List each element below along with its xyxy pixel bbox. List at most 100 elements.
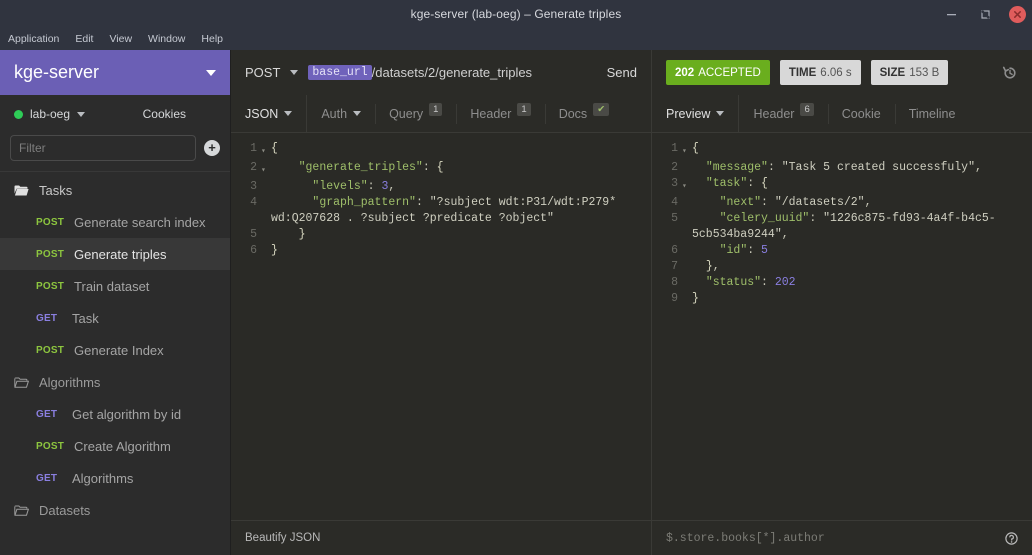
history-icon[interactable] [1002, 65, 1018, 81]
response-body-viewer[interactable]: 1 ▾{2 "message": "Task 5 created successf… [652, 133, 1032, 520]
tab-count-badge: 1 [517, 102, 531, 117]
fold-toggle-icon[interactable]: ▾ [261, 160, 271, 179]
method-badge: POST [36, 344, 65, 356]
folder-label: Algorithms [39, 374, 101, 390]
code-line: 8 "status": 202 [652, 275, 1032, 291]
line-number: 3 [671, 177, 678, 190]
code-text: "next": "/datasets/2", [719, 196, 872, 209]
minimize-icon[interactable] [941, 4, 961, 24]
line-number: 5 [671, 212, 678, 225]
tab-cookie[interactable]: Cookie [827, 95, 895, 133]
size-label: SIZE [879, 66, 906, 79]
code-text: "message": "Task 5 created successfuly", [705, 161, 982, 174]
menu-help[interactable]: Help [201, 33, 223, 45]
environment-name: lab-oeg [30, 107, 71, 121]
request-body-editor[interactable]: 1 ▾{2 ▾ "generate_triples": {3 "levels": 3… [231, 133, 651, 520]
line-number: 7 [671, 260, 678, 273]
request-item-algorithms[interactable]: GET Algorithms [0, 462, 230, 494]
close-button[interactable] [1009, 5, 1026, 23]
line-number: 5 [250, 228, 257, 241]
menu-window[interactable]: Window [148, 33, 185, 45]
code-line: 5 } [231, 227, 651, 243]
plus-icon: + [208, 140, 216, 155]
menu-application[interactable]: Application [8, 33, 59, 45]
menu-view[interactable]: View [109, 33, 132, 45]
beautify-json-button[interactable]: Beautify JSON [245, 532, 320, 544]
tab-preview[interactable]: Preview [652, 94, 740, 133]
fold-toggle-icon[interactable]: ▾ [682, 141, 692, 160]
maximize-icon[interactable] [975, 4, 995, 24]
tab-auth[interactable]: Auth [307, 95, 375, 133]
tab-query[interactable]: Query 1 [375, 95, 456, 133]
tab-label: Header [753, 106, 795, 121]
environment-selector[interactable]: lab-oeg [14, 107, 86, 121]
filter-input[interactable] [10, 135, 196, 161]
menubar: Application Edit View Window Help [0, 28, 1032, 50]
tab-label: Header [470, 106, 512, 121]
request-label: Algorithms [72, 470, 134, 486]
fold-toggle-icon [682, 195, 692, 198]
code-line: 4 "graph_pattern": "?subject wdt:P31/wdt… [231, 195, 651, 227]
sidebar: kge-server lab-oeg Cookies + [0, 50, 231, 555]
code-line: 5 "celery_uuid": "1226c875-fd93-4a4f-b4c… [652, 211, 1032, 243]
folder-algorithms[interactable]: Algorithms [0, 366, 230, 398]
folder-outline-icon [14, 505, 29, 516]
code-line: 4 "next": "/datasets/2", [652, 195, 1032, 211]
tab-header[interactable]: Header 1 [456, 95, 544, 133]
code-text: "celery_uuid": "1226c875-fd93-4a4f-b4c5-… [692, 212, 996, 241]
url-input[interactable]: base_url/datasets/2/generate_triples [308, 65, 590, 80]
tab-timeline[interactable]: Timeline [894, 95, 970, 133]
code-line: 6 "id": 5 [652, 243, 1032, 259]
fold-toggle-icon [682, 211, 692, 214]
menu-edit[interactable]: Edit [75, 33, 93, 45]
fold-toggle-icon[interactable]: ▾ [682, 176, 692, 195]
size-value: 153 B [909, 66, 940, 79]
code-text: "graph_pattern": "?subject wdt:P31/wdt:P… [271, 196, 624, 225]
method-selector-label[interactable]: POST [245, 65, 280, 80]
line-number: 6 [250, 244, 257, 257]
workspace-selector[interactable]: kge-server [0, 50, 230, 95]
request-item-create-algorithm[interactable]: POST Create Algorithm [0, 430, 230, 462]
footer-bars: Beautify JSON [231, 520, 1032, 555]
code-line: 3 "levels": 3, [231, 179, 651, 195]
tab-label: Docs [558, 106, 588, 121]
time-value: 6.06 s [820, 66, 852, 79]
request-item-generate-search-index[interactable]: POST Generate search index [0, 206, 230, 238]
line-number: 9 [671, 292, 678, 305]
folder-tasks[interactable]: Tasks [0, 174, 230, 206]
cookies-button[interactable]: Cookies [143, 107, 216, 121]
request-item-train-dataset[interactable]: POST Train dataset [0, 270, 230, 302]
code-line: 3 ▾ "task": { [652, 176, 1032, 195]
tab-label: Timeline [908, 106, 956, 121]
fold-toggle-icon [261, 227, 271, 230]
code-line: 2 "message": "Task 5 created successfuly… [652, 160, 1032, 176]
code-text: "generate_triples": { [298, 161, 444, 174]
chevron-down-icon[interactable] [290, 70, 299, 75]
request-item-task[interactable]: GET Task [0, 302, 230, 334]
request-label: Create Algorithm [74, 438, 171, 454]
tab-response-header[interactable]: Header 6 [739, 95, 827, 133]
code-line: 1 ▾{ [652, 141, 1032, 160]
help-icon[interactable] [1005, 531, 1018, 545]
code-text: } [298, 228, 306, 241]
code-text: } [692, 292, 699, 305]
code-text: "levels": 3, [312, 180, 396, 193]
tab-json[interactable]: JSON [231, 94, 308, 133]
fold-toggle-icon [682, 291, 692, 294]
line-number: 3 [250, 180, 257, 193]
line-number: 2 [671, 161, 678, 174]
request-item-get-algorithm-by-id[interactable]: GET Get algorithm by id [0, 398, 230, 430]
add-request-button[interactable]: + [204, 140, 220, 156]
folder-datasets[interactable]: Datasets [0, 494, 230, 526]
response-tabs: Preview Header 6 Cookie Timeline [652, 94, 1032, 133]
fold-toggle-icon[interactable]: ▾ [261, 141, 271, 160]
request-item-generate-triples[interactable]: POST Generate triples [0, 238, 230, 270]
jsonpath-filter-input[interactable] [666, 531, 995, 545]
status-badge: 202 ACCEPTED [666, 60, 770, 85]
status-code: 202 [675, 66, 695, 79]
request-item-generate-index[interactable]: POST Generate Index [0, 334, 230, 366]
tab-rows: JSON Auth Query 1 Header 1 Docs ✔ Previe… [231, 94, 1032, 133]
time-badge: TIME 6.06 s [779, 60, 861, 85]
tab-docs[interactable]: Docs ✔ [544, 95, 623, 133]
send-button[interactable]: Send [601, 65, 637, 80]
